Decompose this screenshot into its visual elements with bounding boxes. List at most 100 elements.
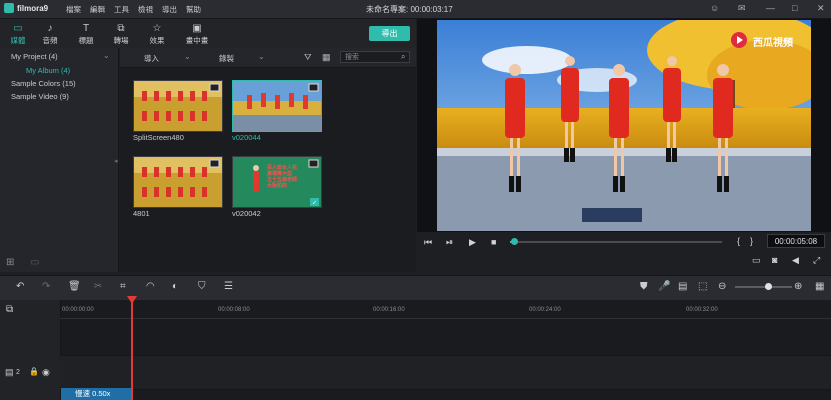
zoom-slider-track[interactable] xyxy=(735,286,792,288)
media-thumb-4801[interactable] xyxy=(133,156,223,208)
voiceover-icon[interactable]: 🎤 xyxy=(658,281,670,292)
pip-icon: ▣ xyxy=(192,23,202,34)
snapshot-icon[interactable]: ◙ xyxy=(772,255,777,265)
step-frame-icon[interactable]: ⏯ xyxy=(446,237,453,248)
app-name: filmora9 xyxy=(17,3,49,13)
preview-video-frame: 西瓜視頻 xyxy=(437,20,811,231)
delete-icon[interactable]: 🗑 xyxy=(68,281,81,292)
folder-icon: ▭ xyxy=(13,23,23,34)
add-track-icon[interactable]: ⧉ xyxy=(6,304,13,315)
fullscreen-icon[interactable]: ⤢ xyxy=(813,255,820,266)
playhead[interactable] xyxy=(131,297,133,400)
chevron-down-icon[interactable]: ⌄ xyxy=(184,52,191,61)
track-type-icon: ▤ xyxy=(5,367,14,377)
minimize-button[interactable]: — xyxy=(766,3,775,13)
playhead-handle[interactable] xyxy=(127,296,137,304)
marker-icon[interactable]: ⛊ xyxy=(640,281,648,292)
svg-text:✓: ✓ xyxy=(312,200,317,207)
grid-icon[interactable]: ▦ xyxy=(815,281,824,292)
media-thumb-splitscreen480[interactable] xyxy=(133,80,223,132)
tree-item-sample-colors[interactable]: Sample Colors (15) xyxy=(11,79,76,88)
transition-icon: ⧉ xyxy=(117,23,125,34)
tab-media[interactable]: ▭ 媒體 xyxy=(0,19,36,48)
preview-progress-handle[interactable] xyxy=(511,238,518,245)
menu-help[interactable]: 幫助 xyxy=(186,4,201,15)
speed-icon[interactable]: ◠ xyxy=(146,281,155,292)
maximize-button[interactable]: □ xyxy=(792,3,797,13)
video-track-2[interactable] xyxy=(60,355,831,390)
thumb-image xyxy=(233,81,321,131)
zoom-in-icon[interactable]: ⊕ xyxy=(794,281,802,292)
export-button[interactable]: 導出 xyxy=(369,26,410,41)
media-thumb-v020044[interactable] xyxy=(232,80,322,132)
ruler-label: 00:00:16:00 xyxy=(373,307,405,313)
step-back-icon[interactable]: ⏮ xyxy=(424,237,432,248)
music-icon: ♪ xyxy=(47,23,53,34)
mark-in-icon[interactable]: { xyxy=(737,236,740,246)
tree-item-my-album[interactable]: My Album (4) xyxy=(26,66,70,75)
close-button[interactable]: ✕ xyxy=(817,3,825,14)
audio-mixer-icon[interactable]: ☰ xyxy=(224,281,233,292)
menu-tools[interactable]: 工具 xyxy=(114,4,129,15)
timeline-clip[interactable]: 慢速 0.50x xyxy=(61,388,131,400)
tab-audio[interactable]: ♪ 音頻 xyxy=(32,19,68,48)
import-dropdown[interactable]: 導入 xyxy=(144,53,159,64)
play-icon[interactable]: ▶ xyxy=(469,237,476,248)
preview-progress-track[interactable] xyxy=(510,241,722,243)
new-folder-icon[interactable]: ⊞ xyxy=(6,257,14,268)
green-screen-icon[interactable]: ⛉ xyxy=(198,281,206,292)
display-icon[interactable]: ▭ xyxy=(752,255,761,266)
account-icon[interactable]: ☺ xyxy=(710,3,719,13)
fit-icon[interactable]: ⬚ xyxy=(698,281,707,292)
menu-edit[interactable]: 編輯 xyxy=(90,4,105,15)
mark-out-icon[interactable]: } xyxy=(750,236,753,246)
effects-icon: ☆ xyxy=(152,23,162,34)
video-frame-image xyxy=(437,20,811,231)
message-icon[interactable]: ✉ xyxy=(738,3,746,14)
cut-icon[interactable]: ✂ xyxy=(94,281,102,292)
media-caption: 4801 xyxy=(133,209,150,218)
watermark-text: 西瓜視頻 xyxy=(753,38,793,49)
menu-file[interactable]: 檔案 xyxy=(66,4,81,15)
audio-icon[interactable]: ▤ xyxy=(678,281,687,292)
color-icon[interactable]: ◐ xyxy=(172,281,178,292)
media-caption: v020044 xyxy=(232,133,261,142)
tab-pip[interactable]: ▣ 畫中畫 xyxy=(179,19,215,48)
folder-icon[interactable]: ▭ xyxy=(30,257,39,268)
grid-view-icon[interactable]: ▦ xyxy=(322,52,331,63)
ruler-label: 00:00:24:00 xyxy=(529,307,561,313)
tree-item-my-project[interactable]: My Project (4) xyxy=(11,52,58,61)
ruler-label: 00:00:08:00 xyxy=(218,307,250,313)
tree-item-sample-video[interactable]: Sample Video (9) xyxy=(11,92,69,101)
chevron-down-icon[interactable]: ⌄ xyxy=(258,52,265,61)
media-thumb-v020042[interactable]: ✓ 百人郎女人花 廣場舞大型 五十五歲老師 大阪拍的 xyxy=(232,156,322,208)
lock-icon[interactable]: 🔒 xyxy=(29,367,39,376)
collapse-arrow-icon[interactable]: ◂ xyxy=(114,157,118,165)
media-caption: v020042 xyxy=(232,209,261,218)
volume-icon[interactable]: ◀ xyxy=(792,255,799,266)
zoom-out-icon[interactable]: ⊖ xyxy=(718,281,726,292)
chevron-down-icon[interactable]: ⌄ xyxy=(103,51,110,60)
record-dropdown[interactable]: 錄製 xyxy=(219,53,234,64)
search-icon[interactable]: ⌕ xyxy=(401,52,405,62)
track-headers xyxy=(0,300,61,400)
app-logo: filmora9 xyxy=(4,3,48,13)
filter-icon[interactable]: ⛛ xyxy=(304,52,312,63)
project-title: 未命名專案: 00:00:03:17 xyxy=(366,5,453,14)
tab-titles[interactable]: T 標題 xyxy=(68,19,104,48)
tab-effects[interactable]: ☆ 效果 xyxy=(139,19,175,48)
zoom-slider-handle[interactable] xyxy=(765,283,772,290)
media-caption: SplitScreen480 xyxy=(133,133,184,142)
stop-icon[interactable]: ■ xyxy=(491,237,496,247)
menu-export[interactable]: 導出 xyxy=(162,4,177,15)
eye-icon[interactable]: ◉ xyxy=(42,367,50,378)
module-tabs: ▭ 媒體 ♪ 音頻 T 標題 ⧉ 轉場 ☆ 效果 ▣ 畫中畫 xyxy=(0,19,416,48)
ruler-label: 00:00:00:00 xyxy=(62,307,94,313)
ruler-label: 00:00:32:00 xyxy=(686,307,718,313)
tab-transitions[interactable]: ⧉ 轉場 xyxy=(103,19,139,48)
crop-icon[interactable]: ⌗ xyxy=(120,281,126,292)
redo-icon[interactable]: ↷ xyxy=(42,281,50,292)
menu-view[interactable]: 檢視 xyxy=(138,4,153,15)
undo-icon[interactable]: ↶ xyxy=(16,281,24,292)
search-input[interactable]: 搜索 xyxy=(340,51,410,63)
